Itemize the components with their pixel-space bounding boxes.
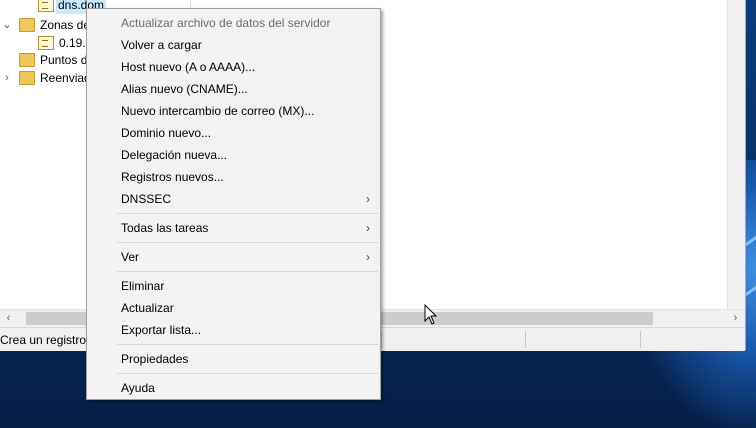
status-text: Crea un registro d bbox=[0, 333, 97, 347]
scroll-right-icon[interactable]: › bbox=[727, 310, 744, 327]
menu-item-update-server-data-file: Actualizar archivo de datos del servidor bbox=[87, 12, 380, 34]
menu-item-all-tasks[interactable]: Todas las tareas › bbox=[87, 217, 380, 239]
menu-item-label: Actualizar bbox=[121, 301, 174, 315]
menu-item-label: Exportar lista... bbox=[121, 323, 202, 337]
status-divider bbox=[525, 331, 526, 348]
zone-icon bbox=[38, 0, 54, 12]
menu-item-label: Ver bbox=[121, 250, 140, 264]
menu-separator bbox=[117, 373, 378, 374]
menu-item-dnssec[interactable]: DNSSEC › bbox=[87, 188, 380, 210]
menu-item-label: Eliminar bbox=[121, 279, 165, 293]
menu-item-new-mail-exchanger[interactable]: Nuevo intercambio de correo (MX)... bbox=[87, 100, 380, 122]
menu-item-label: DNSSEC bbox=[121, 192, 172, 206]
tree-node-label: Zonas de bbox=[40, 18, 91, 32]
menu-item-label: Volver a cargar bbox=[121, 38, 202, 52]
tree-node-label: Puntos d bbox=[40, 53, 88, 67]
chevron-right-icon: › bbox=[366, 250, 370, 264]
chevron-right-icon[interactable]: › bbox=[0, 69, 14, 87]
menu-item-label: Actualizar archivo de datos del servidor bbox=[121, 16, 331, 30]
chevron-right-icon: › bbox=[366, 192, 370, 206]
zone-icon bbox=[38, 36, 54, 50]
menu-item-new-records[interactable]: Registros nuevos... bbox=[87, 166, 380, 188]
menu-item-export-list[interactable]: Exportar lista... bbox=[87, 319, 380, 341]
menu-item-new-domain[interactable]: Dominio nuevo... bbox=[87, 122, 380, 144]
tree-node-label: Reenviad bbox=[40, 71, 91, 85]
menu-item-delete[interactable]: Eliminar bbox=[87, 275, 380, 297]
status-divider bbox=[640, 331, 641, 348]
menu-item-new-host[interactable]: Host nuevo (A o AAAA)... bbox=[87, 56, 380, 78]
menu-item-label: Delegación nueva... bbox=[121, 148, 228, 162]
context-menu: Actualizar archivo de datos del servidor… bbox=[86, 8, 381, 400]
menu-item-view[interactable]: Ver › bbox=[87, 246, 380, 268]
menu-separator bbox=[117, 242, 378, 243]
menu-item-refresh[interactable]: Actualizar bbox=[87, 297, 380, 319]
menu-item-label: Host nuevo (A o AAAA)... bbox=[121, 60, 256, 74]
folder-icon bbox=[19, 71, 35, 85]
mouse-cursor-icon bbox=[424, 304, 438, 325]
menu-separator bbox=[117, 344, 378, 345]
menu-item-properties[interactable]: Propiedades bbox=[87, 348, 380, 370]
chevron-right-icon: › bbox=[366, 221, 370, 235]
menu-item-reload[interactable]: Volver a cargar bbox=[87, 34, 380, 56]
status-divider bbox=[381, 331, 382, 348]
menu-item-label: Ayuda bbox=[121, 381, 155, 395]
menu-item-label: Todas las tareas bbox=[121, 221, 209, 235]
menu-separator bbox=[117, 213, 378, 214]
menu-item-help[interactable]: Ayuda bbox=[87, 377, 380, 399]
chevron-down-icon[interactable]: ⌄ bbox=[0, 16, 14, 34]
menu-item-label: Propiedades bbox=[121, 352, 189, 366]
scroll-left-icon[interactable]: ‹ bbox=[0, 310, 17, 327]
menu-item-label: Nuevo intercambio de correo (MX)... bbox=[121, 104, 315, 118]
menu-item-new-delegation[interactable]: Delegación nueva... bbox=[87, 144, 380, 166]
menu-separator bbox=[117, 271, 378, 272]
menu-item-label: Registros nuevos... bbox=[121, 170, 224, 184]
folder-icon bbox=[19, 18, 35, 32]
folder-icon bbox=[19, 53, 35, 67]
menu-item-new-alias[interactable]: Alias nuevo (CNAME)... bbox=[87, 78, 380, 100]
menu-item-label: Dominio nuevo... bbox=[121, 126, 212, 140]
vertical-scrollbar[interactable] bbox=[727, 0, 745, 309]
menu-item-label: Alias nuevo (CNAME)... bbox=[121, 82, 248, 96]
